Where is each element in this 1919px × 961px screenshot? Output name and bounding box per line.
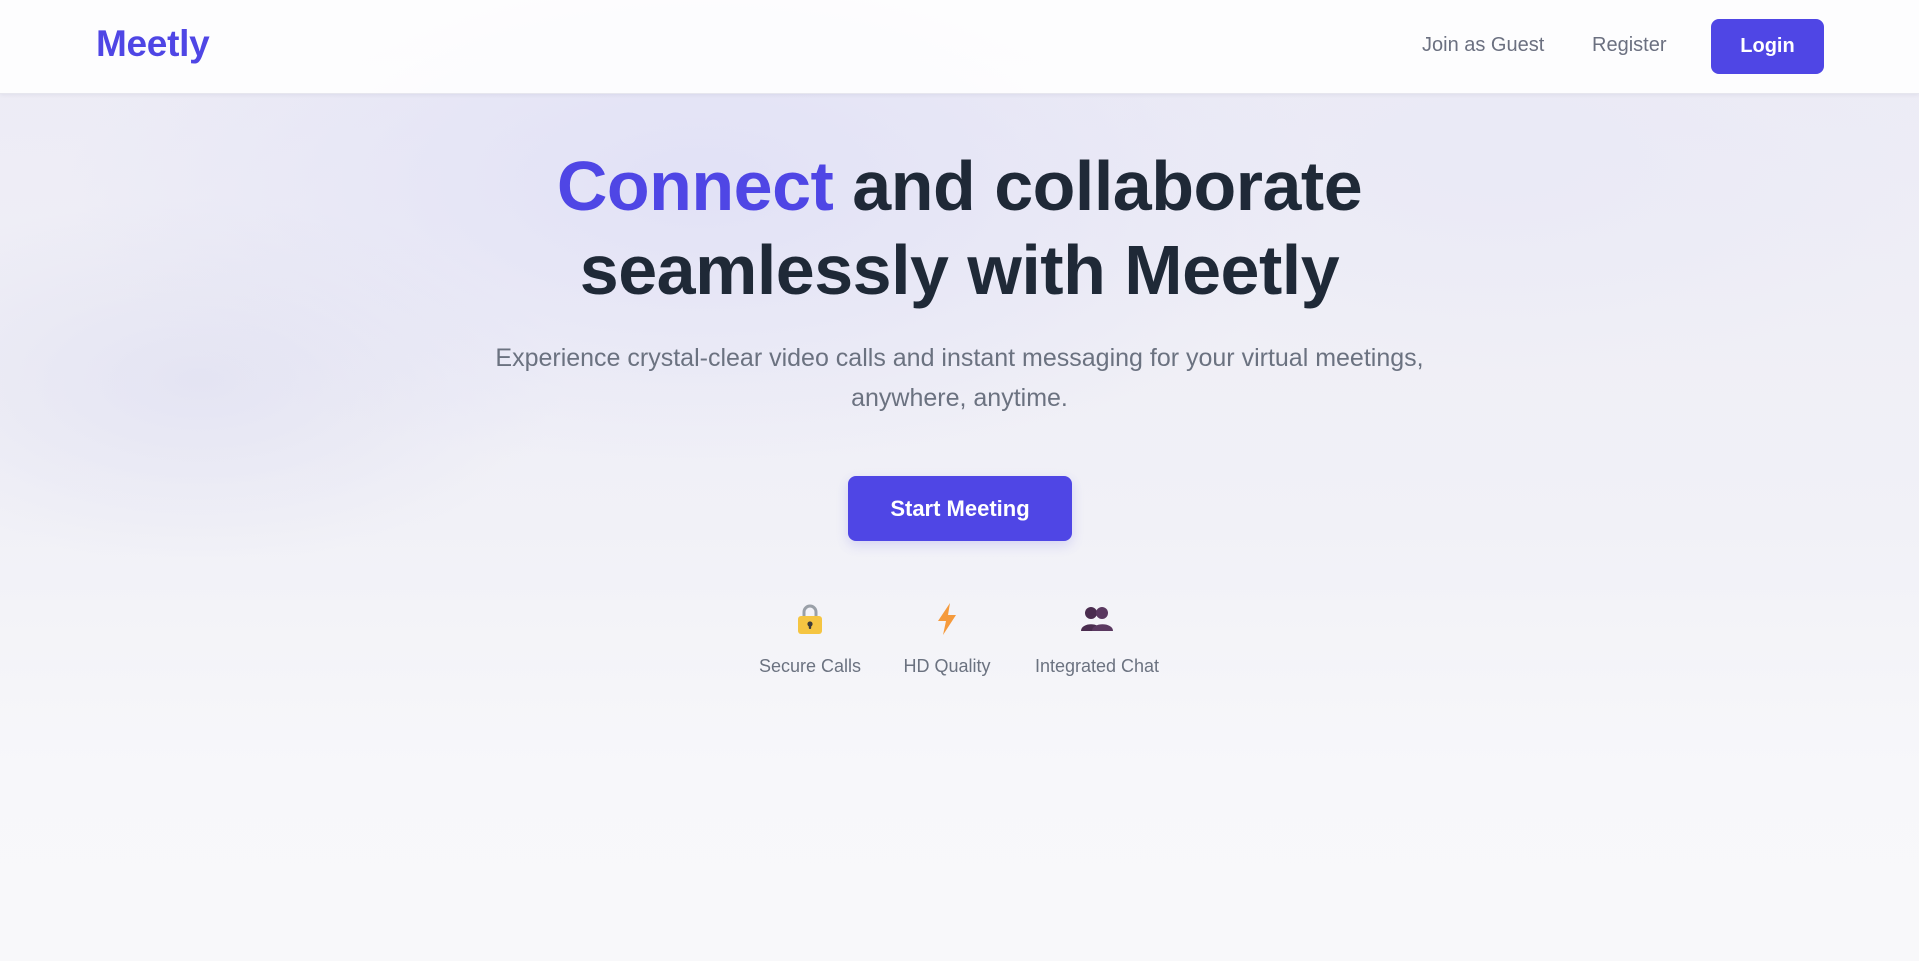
feature-label: HD Quality: [903, 656, 991, 676]
hero-subtitle: Experience crystal-clear video calls and…: [420, 338, 1499, 418]
hero-subtitle-line1: Experience crystal-clear video calls and…: [495, 344, 1424, 372]
brand-logo[interactable]: Meetly: [96, 23, 210, 65]
top-navbar: Meetly Join as Guest Register Login: [0, 0, 1919, 94]
feature-secure-calls: Secure Calls: [758, 602, 862, 677]
hero-section: Connect and collaborate seamlessly with …: [0, 94, 1919, 961]
hero-title-accent: Connect: [556, 147, 834, 225]
lock-icon: [798, 604, 822, 634]
feature-label: Secure Calls: [758, 656, 862, 676]
register-link[interactable]: Register: [1592, 34, 1666, 57]
feature-integrated-chat: Integrated Chat: [1031, 602, 1163, 677]
people-icon: [1081, 607, 1113, 631]
start-meeting-button[interactable]: Start Meeting: [848, 476, 1072, 541]
hero-title-line1-rest: and collaborate: [833, 147, 1363, 225]
feature-list: Secure Calls HD Quality Integrated Chat: [0, 602, 1919, 692]
login-button[interactable]: Login: [1711, 19, 1824, 74]
hero-title-line2: seamlessly with Meetly: [579, 231, 1340, 309]
hero-subtitle-line2: anywhere, anytime.: [851, 384, 1068, 412]
join-as-guest-link[interactable]: Join as Guest: [1422, 34, 1544, 57]
feature-hd-quality: HD Quality: [901, 602, 993, 677]
feature-label: Integrated Chat: [1034, 656, 1160, 676]
lightning-icon: [938, 603, 956, 635]
hero-title: Connect and collaborate seamlessly with …: [0, 144, 1919, 312]
